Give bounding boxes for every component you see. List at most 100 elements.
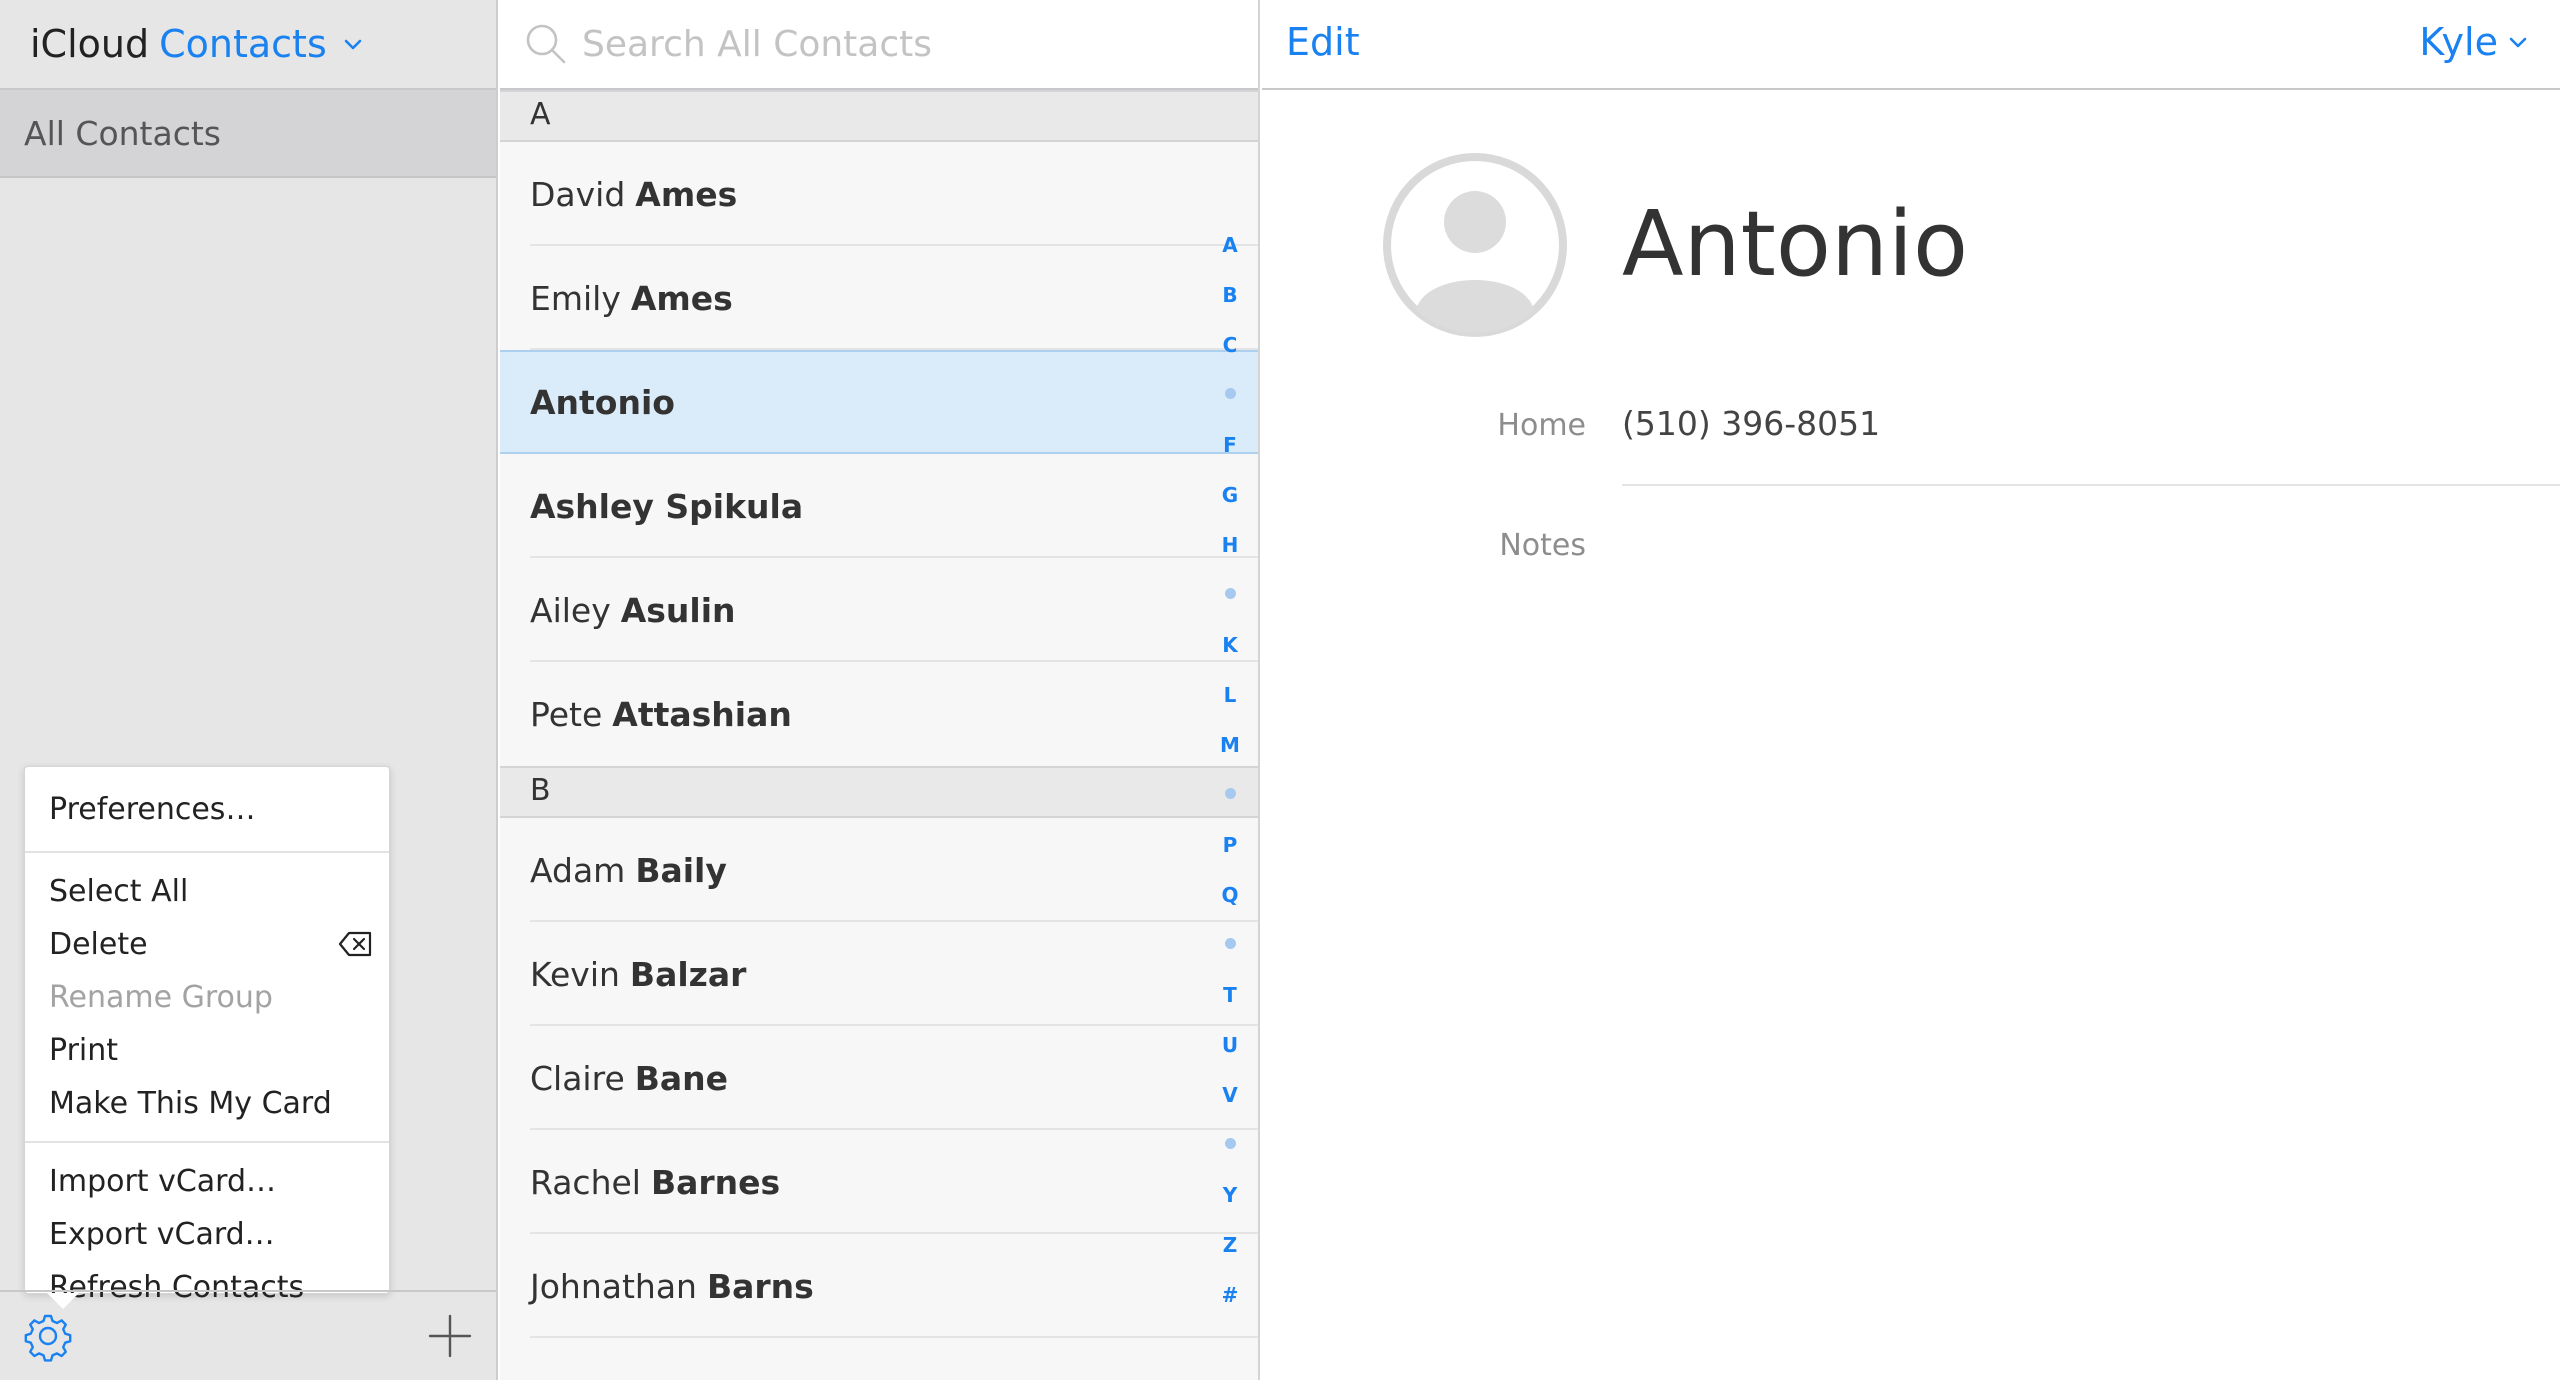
field-divider	[1622, 484, 2560, 486]
contact-row[interactable]: Johnathan Barns	[500, 1234, 1258, 1338]
menu-item-label: Delete	[49, 927, 148, 962]
first-name: Adam	[530, 850, 626, 890]
search-bar	[500, 0, 1258, 90]
contact-row[interactable]: Kevin Balzar	[500, 922, 1258, 1026]
index-letter[interactable]: V	[1210, 1080, 1250, 1130]
field-value-phone: (510) 396-8051	[1622, 404, 1881, 443]
contact-row[interactable]: Emily Ames	[500, 246, 1258, 350]
last-name: Ames	[630, 278, 733, 318]
alphabet-index[interactable]: A B C F G H K L M P Q T U V Y Z #	[1210, 230, 1250, 1330]
gear-icon[interactable]	[22, 1310, 74, 1362]
first-name: David	[530, 174, 626, 214]
index-dot[interactable]	[1210, 930, 1250, 980]
plus-icon[interactable]	[424, 1310, 476, 1362]
first-name: Ailey	[530, 590, 611, 630]
first-name: Johnathan	[530, 1266, 697, 1306]
index-dot[interactable]	[1210, 580, 1250, 630]
last-name: Balzar	[629, 954, 747, 994]
menu-item-label: Import vCard…	[49, 1164, 277, 1199]
last-name: Asulin	[620, 590, 736, 630]
menu-item-label: Preferences…	[49, 792, 256, 827]
section-header-a: A	[500, 90, 1258, 142]
contact-row[interactable]: Ashley Spikula	[500, 454, 1258, 558]
index-letter[interactable]: F	[1210, 430, 1250, 480]
menu-item-delete[interactable]: Delete	[49, 920, 373, 970]
avatar-placeholder-icon	[1383, 153, 1567, 337]
index-dot[interactable]	[1210, 380, 1250, 430]
chevron-down-icon	[344, 39, 362, 50]
index-letter[interactable]: H	[1210, 530, 1250, 580]
search-input[interactable]	[582, 23, 1182, 65]
settings-menu: Preferences… Select All Delete Rename Gr…	[24, 766, 390, 1309]
sidebar-footer	[0, 1290, 496, 1380]
delete-key-icon	[339, 931, 372, 957]
index-letter[interactable]: K	[1210, 630, 1250, 680]
contact-row[interactable]: Adam Baily	[500, 818, 1258, 922]
index-letter[interactable]: L	[1210, 680, 1250, 730]
last-name: Baily	[635, 850, 727, 890]
app-name: iCloud	[30, 22, 150, 66]
first-name: Kevin	[530, 954, 620, 994]
index-letter[interactable]: M	[1210, 730, 1250, 780]
menu-item-label: Make This My Card	[49, 1086, 332, 1121]
index-letter[interactable]: A	[1210, 230, 1250, 280]
menu-item-import-vcard[interactable]: Import vCard…	[49, 1157, 373, 1207]
section-header-b: B	[500, 766, 1258, 818]
first-name: Claire	[530, 1058, 625, 1098]
index-dot[interactable]	[1210, 1130, 1250, 1180]
field-label-notes: Notes	[1499, 528, 1586, 563]
last-name: Ames	[635, 174, 738, 214]
last-name: Bane	[634, 1058, 729, 1098]
menu-item-rename-group: Rename Group	[49, 973, 373, 1023]
contact-row[interactable]: David Ames	[500, 142, 1258, 246]
menu-item-make-my-card[interactable]: Make This My Card	[49, 1079, 373, 1129]
app-switcher[interactable]: iCloud Contacts	[30, 22, 365, 66]
app-section: Contacts	[159, 22, 327, 66]
index-letter[interactable]: B	[1210, 280, 1250, 330]
menu-item-print[interactable]: Print	[49, 1026, 373, 1076]
contact-row-selected[interactable]: Antonio	[500, 350, 1258, 454]
index-letter[interactable]: U	[1210, 1030, 1250, 1080]
last-name: Attashian	[612, 694, 792, 734]
detail-header: Edit Kyle	[1262, 0, 2560, 90]
contact-list-pane: A DavidAmes EmilyAmes Antonio Ashley Spi…	[500, 0, 1260, 1380]
menu-item-label: Rename Group	[49, 980, 273, 1015]
last-name: Antonio	[530, 382, 675, 422]
contact-row[interactable]: Pete Attashian	[500, 662, 1258, 766]
contact-row[interactable]: Claire Bane	[500, 1026, 1258, 1130]
index-dot[interactable]	[1210, 780, 1250, 830]
last-name: Barnes	[650, 1162, 781, 1202]
last-name: Ashley Spikula	[530, 486, 804, 526]
contact-row[interactable]: Rachel Barnes	[500, 1130, 1258, 1234]
contact-detail-pane: Edit Kyle Antonio Home (510) 396-8051 No…	[1262, 0, 2560, 1380]
sidebar-header: iCloud Contacts	[0, 0, 496, 90]
menu-item-label: Export vCard…	[49, 1217, 275, 1252]
menu-item-preferences[interactable]: Preferences…	[49, 785, 373, 835]
account-menu-button[interactable]: Kyle	[2419, 20, 2530, 64]
group-label: All Contacts	[24, 113, 221, 153]
search-icon	[526, 24, 566, 64]
menu-item-export-vcard[interactable]: Export vCard…	[49, 1210, 373, 1260]
field-label-home: Home	[1497, 408, 1586, 443]
index-letter[interactable]: P	[1210, 830, 1250, 880]
group-all-contacts[interactable]: All Contacts	[0, 90, 496, 178]
menu-item-label: Select All	[49, 874, 189, 909]
menu-item-select-all[interactable]: Select All	[49, 867, 373, 917]
first-name: Rachel	[530, 1162, 641, 1202]
sidebar: iCloud Contacts All Contacts Preferences…	[0, 0, 498, 1380]
first-name: Pete	[530, 694, 603, 734]
account-name: Kyle	[2419, 20, 2498, 64]
contact-row[interactable]: Ailey Asulin	[500, 558, 1258, 662]
index-letter[interactable]: Z	[1210, 1230, 1250, 1280]
index-letter[interactable]: Q	[1210, 880, 1250, 930]
last-name: Barns	[706, 1266, 814, 1306]
first-name: Emily	[530, 278, 621, 318]
edit-button[interactable]: Edit	[1286, 20, 1360, 64]
contact-row-partial[interactable]	[500, 1338, 1258, 1380]
index-letter[interactable]: #	[1210, 1280, 1250, 1330]
index-letter[interactable]: T	[1210, 980, 1250, 1030]
index-letter[interactable]: Y	[1210, 1180, 1250, 1230]
index-letter[interactable]: G	[1210, 480, 1250, 530]
index-letter[interactable]: C	[1210, 330, 1250, 380]
chevron-down-icon	[2509, 37, 2527, 48]
